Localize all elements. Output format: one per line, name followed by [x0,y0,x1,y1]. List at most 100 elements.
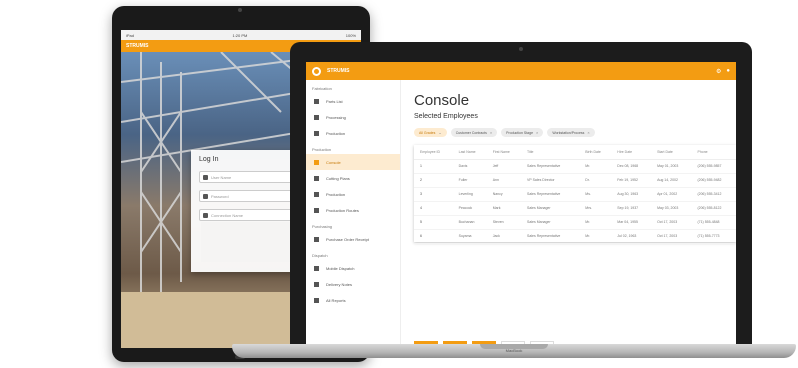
sidebar-section-title: Dispatch [312,253,328,258]
sidebar-item[interactable]: Production [306,186,400,202]
table-cell: 4 [414,201,453,216]
table-cell: Sales Representative [521,159,580,174]
table-cell: Dec 08, 1968 [611,159,652,174]
table-cell: Ms. [579,187,612,202]
table-cell: Davis [452,159,487,174]
sidebar-item[interactable]: Mobile Dispatch [306,260,400,276]
table-cell: Mr. [579,215,612,230]
table-cell: (206) 555-3412 [691,187,736,202]
table-cell: May 01, 2003 [651,159,692,174]
table-cell: May 03, 2003 [651,201,692,216]
sidebar-item[interactable]: Console [306,154,400,170]
column-header[interactable]: Employee ID [414,145,453,160]
sidebar-item[interactable]: Cutting Plans [306,170,400,186]
sidebar-item[interactable]: Purchase Order Receipt [306,231,400,247]
table-cell: Mr. [579,229,612,244]
sidebar-section-title: Fabrication [312,86,332,91]
table-cell: (71) 555-7773 [691,229,736,244]
tablet-status-bar: iPad 1:20 PM 100% [121,30,361,40]
filter-chips: All Grades ⌄ Customer Contracts × Production… [414,128,728,137]
sidebar-item-label: Mobile Dispatch [326,265,355,271]
table-cell: (71) 555-4848 [691,215,736,230]
filter-chip-label: Customer Contracts [455,130,487,135]
table-cell: Sales Manager [521,201,580,216]
sidebar-item[interactable]: Delivery Notes [306,276,400,292]
table-cell: Jack [486,229,521,244]
table-cell: Jeff [486,159,521,174]
laptop-device: STRUMIS ⚙ ● Fabrication Parts List Process… [290,42,752,356]
user-icon [203,174,208,180]
laptop-screen: STRUMIS ⚙ ● Fabrication Parts List Process… [306,62,736,356]
close-icon[interactable]: × [587,130,589,135]
user-menu-icon[interactable]: ● [726,68,730,75]
table-cell: Fuller [452,173,487,188]
table-row[interactable]: 6 Suyama Jack Sales Representative Mr. Jul 02… [414,229,736,244]
sidebar-item[interactable]: Parts List [306,93,400,109]
status-time: 1:20 PM [232,32,248,38]
sidebar-item-icon [314,114,319,120]
table-cell: Feb 19, 1952 [611,173,652,188]
main-content: Console Selected Employees All Grades ⌄ Cu… [414,92,736,356]
table-cell: 3 [414,187,453,202]
table-cell: Mrs. [579,201,612,216]
table-cell: 2 [414,173,453,188]
close-icon[interactable]: × [490,130,492,135]
table-cell: (206) 555-9857 [691,159,736,174]
sidebar-section-title: Purchasing [312,224,333,229]
sidebar-item-label: Processing [326,114,346,120]
sidebar-item-label: Production [326,191,346,197]
page-title: Console [414,92,470,109]
app-header: STRUMIS ⚙ ● [306,62,736,80]
sidebar-item-label: Delivery Notes [326,281,353,287]
sidebar-item[interactable]: All Reports [306,292,400,308]
table-cell: Steven [486,215,521,230]
filter-chip[interactable]: Production Stage × [501,128,544,137]
table-cell: (206) 555-9482 [691,173,736,188]
table-row[interactable]: 2 Fuller Ann VP Sales Director Dr. Feb 19, 19… [414,173,736,188]
sidebar-item[interactable]: Processing [306,109,400,125]
tablet-app-title: STRUMIS [126,43,149,49]
sidebar-item-icon [314,265,319,271]
link-icon [203,212,208,218]
table-cell: Oct 17, 2003 [651,215,692,230]
table-row[interactable]: 1 Davis Jeff Sales Representative Mr. Dec 08,… [414,159,736,174]
sidebar-item-icon [314,130,319,136]
sidebar-item[interactable]: Production Routes [306,202,400,218]
table-cell: VP Sales Director [521,173,580,188]
filter-chip[interactable]: All Grades ⌄ [414,128,447,137]
table-row[interactable]: 5 Buchanan Steven Sales Manager Mr. Mar 04, 1… [414,215,736,230]
table-cell: Buchanan [452,215,487,230]
column-header[interactable]: First Name [486,145,521,160]
table-row[interactable]: 4 Peacock Mark Sales Manager Mrs. Sep 19, 193… [414,201,736,216]
column-header[interactable]: Title [521,145,580,160]
filter-chip[interactable]: Customer Contracts × [450,128,498,137]
table-cell: Sep 19, 1937 [611,201,652,216]
sidebar-item-label: Production Routes [326,207,359,213]
filter-chip-label: Workstation/Process [552,130,585,135]
sidebar-item-icon [314,98,319,104]
table-cell: Mr. [579,159,612,174]
column-header[interactable]: Start Date [651,145,692,160]
sidebar-item-icon [314,297,319,303]
sidebar-item[interactable]: Production [306,125,400,141]
table-cell: Dr. [579,173,612,188]
column-header[interactable]: Phone [691,145,736,160]
column-header[interactable]: Hire Date [611,145,652,160]
laptop-base: MacBook [232,344,796,358]
settings-icon[interactable]: ⚙ [716,68,721,75]
app-title: STRUMIS [327,68,350,74]
table-row[interactable]: 3 Leverling Nancy Sales Representative Ms. Au… [414,187,736,202]
filter-chip[interactable]: Workstation/Process × [547,128,595,137]
sidebar-item-label: All Reports [326,297,346,303]
table-cell: Sales Manager [521,215,580,230]
close-icon[interactable]: × [536,130,538,135]
column-header[interactable]: Birth Date [579,145,612,160]
tablet-camera [238,8,242,12]
table-body: 1 Davis Jeff Sales Representative Mr. Dec 08,… [414,159,736,244]
sidebar-nav: Fabrication Parts List Processing Productio… [306,80,401,356]
sidebar-section-title: Production [312,147,332,152]
table-cell: Apr 01, 2002 [651,187,692,202]
status-left: iPad [126,32,135,38]
column-header[interactable]: Last Name [452,145,487,160]
close-icon[interactable]: ⌄ [438,130,441,135]
